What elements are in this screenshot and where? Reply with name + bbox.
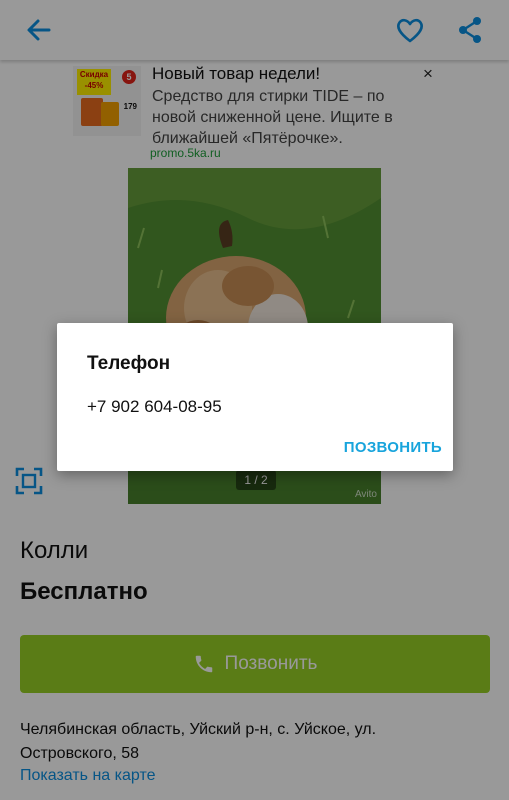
dialog-call-button[interactable]: ПОЗВОНИТЬ xyxy=(344,439,442,456)
dialog-phone-number: +7 902 604-08-95 xyxy=(87,397,222,416)
phone-dialog: Телефон +7 902 604-08-95 ПОЗВОНИТЬ xyxy=(57,323,453,471)
dialog-title: Телефон xyxy=(87,353,171,374)
